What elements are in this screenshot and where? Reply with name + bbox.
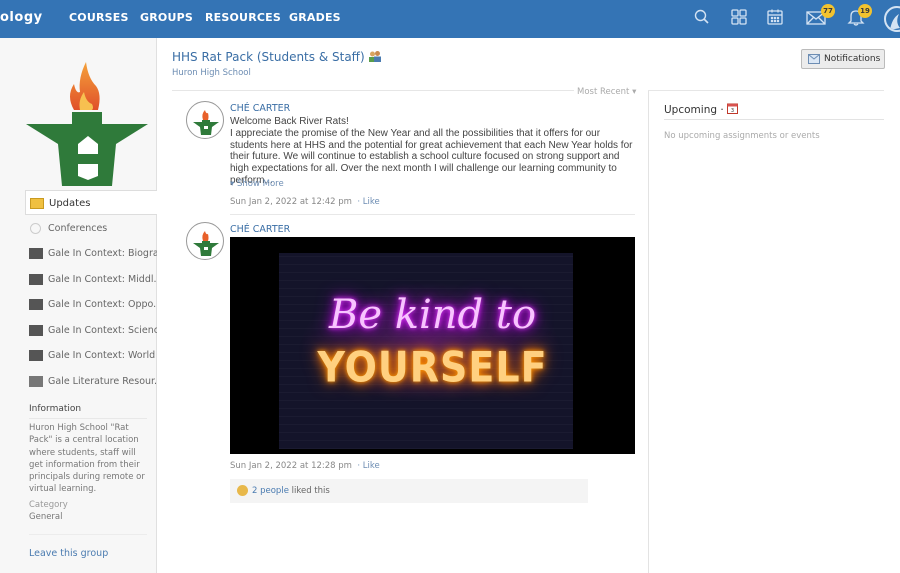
caret-down-icon: ▾: [230, 179, 237, 189]
neon-text-line2: YOURSELF: [317, 342, 548, 392]
smiley-icon: [237, 485, 248, 496]
sidebar-item-label: Updates: [49, 198, 91, 209]
mail-icon: [808, 54, 820, 64]
sidebar-item-label: Gale In Context: World ...: [48, 350, 157, 361]
information-heading: Information: [29, 404, 82, 414]
user-avatar[interactable]: [884, 6, 900, 32]
resource-thumbnail-icon: [29, 299, 43, 310]
post-meta: Sun Jan 2, 2022 at 12:28 pm · Like: [230, 461, 380, 471]
page-title: HHS Rat Pack (Students & Staff): [172, 50, 382, 66]
updates-icon: [30, 198, 44, 209]
likes-summary: 2 people liked this: [230, 479, 588, 503]
sidebar-item-label: Gale In Context: Oppo...: [48, 299, 157, 310]
post-meta: Sun Jan 2, 2022 at 12:42 pm · Like: [230, 197, 380, 207]
post-author-avatar[interactable]: [186, 222, 224, 260]
divider: [29, 534, 147, 535]
nav-resources[interactable]: RESOURCES: [205, 11, 281, 24]
nav-courses[interactable]: COURSES: [69, 11, 129, 24]
upcoming-heading: Upcoming · 3: [664, 103, 739, 117]
category-label: Category: [29, 500, 68, 510]
group-sidebar: Updates Conferences Gale In Context: Bio…: [0, 38, 157, 573]
post-heading: Welcome Back River Rats!: [230, 116, 349, 127]
apps-grid-icon[interactable]: [730, 8, 750, 28]
column-divider: [648, 90, 649, 573]
sidebar-item-gale-literature[interactable]: Gale Literature Resour...: [25, 369, 157, 394]
sidebar-item-gale-science[interactable]: Gale In Context: Science: [25, 318, 157, 343]
sidebar-item-label: Gale In Context: Biogra...: [48, 248, 157, 259]
sidebar-item-gale-biography[interactable]: Gale In Context: Biogra...: [25, 241, 157, 266]
caret-down-icon: ▾: [632, 87, 637, 97]
divider: [648, 90, 884, 91]
category-value: General: [29, 512, 63, 522]
like-link[interactable]: · Like: [357, 461, 379, 471]
sidebar-item-label: Gale In Context: Science: [48, 325, 157, 336]
post-text: Welcome Back River Rats! I appreciate th…: [230, 116, 635, 187]
upcoming-empty-text: No upcoming assignments or events: [664, 131, 820, 141]
notifications-button[interactable]: Notifications: [801, 49, 885, 69]
resource-thumbnail-icon: [29, 376, 43, 387]
resource-thumbnail-icon: [29, 350, 43, 361]
sidebar-item-updates[interactable]: Updates: [25, 190, 157, 215]
divider: [664, 119, 884, 120]
notifications-label: Notifications: [824, 54, 881, 64]
search-icon[interactable]: [693, 8, 713, 28]
divider: [29, 418, 147, 419]
post-author-name[interactable]: CHÉ CARTER: [230, 103, 290, 114]
sort-label: Most Recent: [577, 87, 630, 97]
school-link[interactable]: Huron High School: [172, 68, 251, 78]
sidebar-item-conferences[interactable]: Conferences: [25, 216, 157, 241]
svg-text:3: 3: [731, 108, 734, 114]
sidebar-item-gale-opposing[interactable]: Gale In Context: Oppo...: [25, 292, 157, 317]
group-description: Huron High School "Rat Pack" is a centra…: [29, 423, 145, 495]
show-more-label: Show More: [236, 179, 284, 189]
upcoming-title: Upcoming ·: [664, 104, 724, 116]
conferences-icon: [30, 223, 41, 234]
resource-thumbnail-icon: [29, 274, 43, 285]
like-link[interactable]: · Like: [357, 197, 379, 207]
divider: [230, 214, 635, 215]
likes-people-link[interactable]: 2 people: [252, 486, 289, 496]
group-people-icon: [368, 50, 382, 66]
sidebar-item-label: Gale In Context: Middl...: [48, 274, 157, 285]
mail-badge: 77: [821, 4, 835, 18]
post-image[interactable]: Be kind to YOURSELF: [230, 237, 635, 454]
post-timestamp: Sun Jan 2, 2022 at 12:42 pm: [230, 197, 352, 207]
post-author-name[interactable]: CHÉ CARTER: [230, 224, 290, 235]
group-title-text: HHS Rat Pack (Students & Staff): [172, 50, 365, 64]
divider: [172, 90, 637, 91]
sidebar-item-gale-middle[interactable]: Gale In Context: Middl...: [25, 267, 157, 292]
bell-badge: 19: [858, 4, 872, 18]
post-author-avatar[interactable]: [186, 101, 224, 139]
sidebar-item-label: Conferences: [48, 223, 108, 234]
nav-groups[interactable]: GROUPS: [140, 11, 193, 24]
calendar-icon[interactable]: 3: [727, 103, 739, 117]
resource-thumbnail-icon: [29, 248, 43, 259]
nav-grades[interactable]: GRADES: [289, 11, 341, 24]
post-body: I appreciate the promise of the New Year…: [230, 127, 633, 186]
calendar-icon[interactable]: [766, 8, 786, 28]
sidebar-item-label: Gale Literature Resour...: [48, 376, 157, 387]
leave-group-link[interactable]: Leave this group: [29, 548, 108, 559]
post-timestamp: Sun Jan 2, 2022 at 12:28 pm: [230, 461, 352, 471]
show-more-link[interactable]: ▾ Show More: [230, 179, 284, 189]
neon-text-line1: Be kind to: [328, 292, 537, 338]
group-logo: [22, 48, 152, 188]
top-navigation-bar: ology COURSES GROUPS RESOURCES GRADES 77…: [0, 0, 900, 38]
resource-thumbnail-icon: [29, 325, 43, 336]
schoology-logo[interactable]: ology: [0, 10, 43, 25]
sort-dropdown[interactable]: Most Recent ▾: [574, 87, 640, 97]
sidebar-item-gale-world[interactable]: Gale In Context: World ...: [25, 343, 157, 368]
likes-suffix: liked this: [288, 486, 330, 496]
